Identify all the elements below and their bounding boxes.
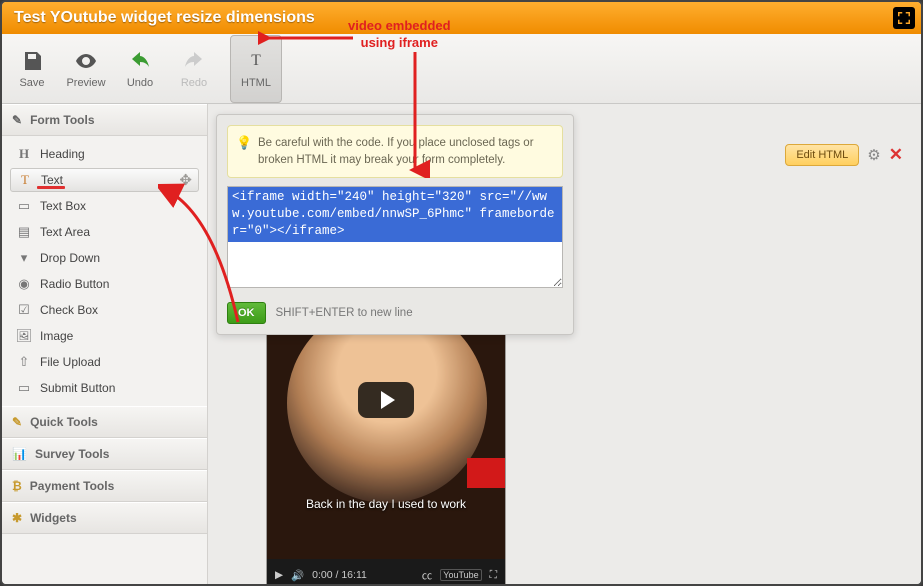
move-handle-icon[interactable]: ✥ — [179, 171, 192, 189]
widget-actions: Edit HTML ⚙ ✕ — [785, 144, 903, 166]
tool-label: Text — [41, 173, 63, 187]
checkbox-icon: ☑ — [16, 302, 32, 318]
play-icon[interactable] — [358, 382, 414, 418]
tool-label: Submit Button — [40, 381, 115, 395]
tool-label: Text Box — [40, 199, 86, 213]
gear-icon[interactable]: ⚙ — [867, 146, 880, 164]
window-title: Test YOutube widget resize dimensions — [14, 9, 315, 26]
code-textarea[interactable]: <iframe width="240" height="320" src="//… — [227, 186, 563, 288]
editor-footer: OK SHIFT+ENTER to new line — [217, 296, 573, 334]
video-time: 0:00 / 16:11 — [312, 569, 367, 581]
section-quick-tools[interactable]: ✎ Quick Tools — [2, 406, 207, 438]
dropdown-icon: ▾ — [16, 250, 32, 266]
tool-label: Check Box — [40, 303, 98, 317]
chart-icon: 📊 — [12, 447, 27, 461]
section-widgets[interactable]: ✱ Widgets — [2, 502, 207, 534]
undo-button[interactable]: Undo — [116, 37, 164, 101]
textarea-icon: ▤ — [16, 224, 32, 240]
tool-dropdown[interactable]: ▾ Drop Down — [10, 246, 199, 270]
wand-icon: ✎ — [12, 415, 22, 429]
undo-label: Undo — [127, 77, 153, 89]
tool-submit[interactable]: ▭ Submit Button — [10, 376, 199, 400]
tool-label: Radio Button — [40, 277, 109, 291]
tool-radio[interactable]: ◉ Radio Button — [10, 272, 199, 296]
preview-button[interactable]: Preview — [62, 37, 110, 101]
editor-warning: Be careful with the code. If you place u… — [227, 125, 563, 178]
window-titlebar: Test YOutube widget resize dimensions — [2, 2, 921, 34]
section-label: Form Tools — [30, 113, 94, 127]
preview-label: Preview — [66, 77, 105, 89]
selection-underline — [37, 186, 65, 189]
upload-icon: ⇧ — [16, 354, 32, 370]
coins-icon: ₿ — [12, 479, 22, 493]
code-content[interactable]: <iframe width="240" height="320" src="//… — [228, 187, 562, 242]
video-thumbnail[interactable]: Back in the day I used to work — [267, 303, 505, 559]
tool-heading[interactable]: H Heading — [10, 142, 199, 166]
sidebar: ✎ Form Tools H Heading T Text ✥ ▭ Text B… — [2, 104, 208, 584]
tool-image[interactable]: 🖼 Image — [10, 324, 199, 348]
tool-textbox[interactable]: ▭ Text Box — [10, 194, 199, 218]
main-toolbar: Save Preview Undo Redo T HTML — [2, 34, 921, 104]
section-payment-tools[interactable]: ₿ Payment Tools — [2, 470, 207, 502]
tool-text[interactable]: T Text ✥ — [10, 168, 199, 192]
save-button[interactable]: Save — [8, 37, 56, 101]
tool-label: Heading — [40, 147, 85, 161]
redo-button[interactable]: Redo — [170, 37, 218, 101]
tool-upload[interactable]: ⇧ File Upload — [10, 350, 199, 374]
pencil-icon: ✎ — [12, 113, 22, 127]
tool-label: Text Area — [40, 225, 90, 239]
close-icon[interactable]: ✕ — [889, 145, 903, 165]
radio-icon: ◉ — [16, 276, 32, 292]
section-survey-tools[interactable]: 📊 Survey Tools — [2, 438, 207, 470]
section-label: Payment Tools — [30, 479, 114, 493]
play-small-icon[interactable]: ▶ — [275, 569, 283, 581]
form-canvas: video embedded using iframe Edit HTML ⚙ … — [208, 104, 921, 584]
tool-label: Image — [40, 329, 73, 343]
heading-icon: H — [16, 146, 32, 162]
html-editor-popup: Be careful with the code. If you place u… — [216, 114, 574, 335]
redo-label: Redo — [181, 77, 207, 89]
section-label: Widgets — [30, 511, 77, 525]
tool-label: File Upload — [40, 355, 101, 369]
editor-hint: SHIFT+ENTER to new line — [276, 307, 413, 319]
section-form-tools[interactable]: ✎ Form Tools — [2, 104, 207, 136]
video-caption: Back in the day I used to work — [306, 497, 466, 511]
form-tools-list: H Heading T Text ✥ ▭ Text Box ▤ Text Are… — [2, 136, 207, 406]
tool-checkbox[interactable]: ☑ Check Box — [10, 298, 199, 322]
tool-textarea[interactable]: ▤ Text Area — [10, 220, 199, 244]
text-icon: T — [17, 172, 33, 188]
section-label: Quick Tools — [30, 415, 98, 429]
video-embed[interactable]: Back in the day I used to work ▶ 🔊 0:00 … — [266, 302, 506, 586]
youtube-badge[interactable]: YouTube — [440, 569, 481, 581]
html-label: HTML — [241, 77, 271, 89]
textbox-icon: ▭ — [16, 198, 32, 214]
cc-icon[interactable]: ㏄ — [422, 568, 433, 583]
widget-icon: ✱ — [12, 511, 22, 525]
submit-icon: ▭ — [16, 380, 32, 396]
ok-button[interactable]: OK — [227, 302, 266, 324]
image-icon: 🖼 — [16, 328, 32, 344]
save-label: Save — [19, 77, 44, 89]
video-controls[interactable]: ▶ 🔊 0:00 / 16:11 ㏄ YouTube ⛶ — [267, 559, 505, 586]
section-label: Survey Tools — [35, 447, 109, 461]
fullscreen-icon[interactable]: ⛶ — [490, 569, 497, 582]
volume-icon[interactable]: 🔊 — [291, 569, 304, 582]
html-edit-button[interactable]: T HTML — [230, 35, 282, 103]
overlay-box — [467, 458, 505, 488]
fullscreen-button[interactable] — [893, 7, 915, 29]
edit-html-button[interactable]: Edit HTML — [785, 144, 859, 166]
svg-text:T: T — [251, 52, 261, 69]
tool-label: Drop Down — [40, 251, 100, 265]
